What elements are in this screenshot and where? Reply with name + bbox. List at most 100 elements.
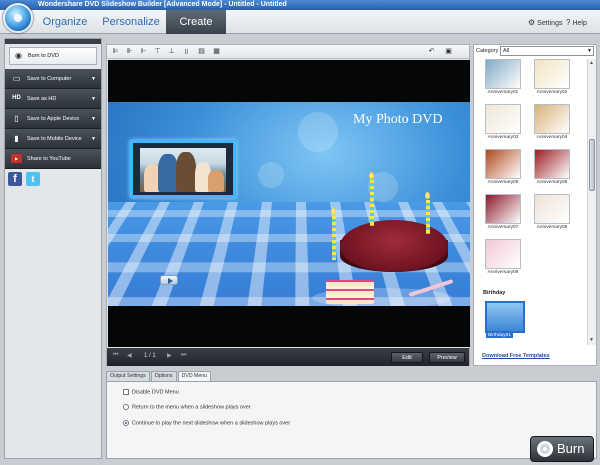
undo-icon[interactable]: ↶ [427, 47, 436, 56]
align-bottom-icon[interactable]: ⫫ [182, 47, 191, 56]
settings-link[interactable]: ⚙ Settings [528, 18, 562, 27]
gear-icon: ⚙ [528, 18, 535, 27]
share-to-youtube-item[interactable]: ▶ Share to YouTube [5, 149, 101, 169]
continue-next-radio[interactable] [123, 420, 129, 426]
last-page-icon[interactable]: ⏭ [181, 352, 186, 359]
play-button[interactable] [160, 275, 178, 285]
dvd-menu-title[interactable]: My Photo DVD [353, 112, 442, 128]
category-select[interactable]: All ▼ [500, 46, 594, 56]
template-thumbnail[interactable] [534, 104, 570, 134]
cake-top [340, 220, 448, 272]
preview-button[interactable]: Preview [429, 352, 465, 363]
settings-tabs: Output Settings Options DVD Menu [106, 371, 212, 381]
template-thumbnail[interactable] [485, 194, 521, 224]
twitter-icon[interactable]: t [26, 172, 40, 186]
continue-next-option[interactable]: Continue to play the next slideshow when… [123, 420, 290, 426]
chevron-down-icon: ▼ [91, 109, 96, 129]
template-thumbnail[interactable] [485, 59, 521, 89]
window-title-bar: Wondershare DVD Slideshow Builder [Advan… [0, 0, 600, 10]
same-size-icon[interactable]: ▦ [212, 47, 221, 56]
template-thumbnail[interactable] [534, 194, 570, 224]
template-thumbnail-selected[interactable] [485, 301, 525, 333]
tab-dvd-menu[interactable]: DVD Menu [178, 371, 211, 381]
template-thumbnail[interactable] [485, 104, 521, 134]
preview-screen: My Photo DVD [108, 60, 470, 347]
facebook-icon[interactable]: f [8, 172, 22, 186]
social-links: ft [8, 172, 40, 186]
template-label: Anniversary05 [480, 180, 526, 185]
tab-create[interactable]: Create [166, 10, 226, 34]
template-scrollbar[interactable]: ▲ ▼ [587, 59, 596, 345]
bokeh-light [298, 112, 338, 152]
align-right-icon[interactable]: ⊩ [139, 47, 148, 56]
next-page-icon[interactable]: ▶ [167, 352, 172, 359]
align-top-icon[interactable]: ⊤ [153, 47, 162, 56]
save-to-apple-device-label: Save to Apple Device [27, 116, 79, 122]
save-to-mobile-device-item[interactable]: ▮ Save to Mobile Device ▼ [5, 129, 101, 149]
photo-figure [158, 154, 178, 192]
template-label: Anniversary07 [480, 225, 526, 230]
save-to-computer-item[interactable]: ▭ Save to Computer ▼ [5, 69, 101, 89]
tab-options[interactable]: Options [151, 371, 177, 381]
tab-output-settings[interactable]: Output Settings [106, 371, 150, 381]
scroll-up-icon[interactable]: ▲ [589, 60, 594, 66]
window-title: Wondershare DVD Slideshow Builder [Advan… [38, 1, 287, 8]
photo-figure [208, 170, 224, 192]
template-thumbnail[interactable] [534, 59, 570, 89]
selected-template-label: Birthday01 [486, 333, 513, 338]
category-label: Category [476, 48, 498, 54]
chevron-down-icon: ▼ [587, 47, 592, 55]
template-label: Anniversary03 [480, 135, 526, 140]
chevron-down-icon: ▼ [91, 69, 96, 89]
burn-disc-icon [537, 441, 553, 457]
scroll-down-icon[interactable]: ▼ [589, 337, 594, 343]
save-as-hd-item[interactable]: HD Save as HD ▼ [5, 89, 101, 109]
mobile-icon: ▮ [11, 134, 22, 143]
burn-to-dvd-item[interactable]: ◉ Burn to DVD [9, 47, 97, 65]
burn-label: Burn [557, 441, 584, 456]
align-middle-icon[interactable]: ⊥ [167, 47, 176, 56]
return-to-menu-option[interactable]: Return to the menu when a slideshow play… [123, 404, 251, 410]
chevron-down-icon: ▼ [91, 89, 96, 109]
photo-figure [176, 152, 196, 192]
template-thumbnail[interactable] [485, 149, 521, 179]
scrollbar-thumb[interactable] [589, 139, 595, 191]
same-width-icon[interactable]: ▤ [197, 47, 206, 56]
disable-menu-label: Disable DVD Menu [132, 389, 179, 395]
photo-thumbnail-frame[interactable] [130, 140, 236, 198]
template-label: Anniversary01 [480, 90, 526, 95]
template-thumbnail[interactable] [485, 239, 521, 269]
download-templates-link[interactable]: Download Free Templates [482, 353, 550, 359]
birthday-group-title: Birthday [483, 290, 505, 296]
output-options-panel: ◉ Burn to DVD ▭ Save to Computer ▼ HD Sa… [4, 38, 102, 459]
save-as-hd-label: Save as HD [27, 96, 56, 102]
return-to-menu-radio[interactable] [123, 404, 129, 410]
share-to-youtube-label: Share to YouTube [27, 156, 71, 162]
cake-slice [326, 280, 374, 304]
tab-organize[interactable]: Organize [34, 10, 96, 34]
first-page-icon[interactable]: ⏮ [113, 352, 118, 359]
monitor-icon: ▭ [11, 74, 22, 83]
previous-page-icon[interactable]: ◀ [127, 352, 132, 359]
disable-menu-checkbox[interactable] [123, 389, 129, 395]
settings-label: Settings [537, 20, 562, 27]
save-icon[interactable]: ▣ [444, 47, 453, 56]
burn-button[interactable]: Burn [530, 436, 594, 462]
align-left-icon[interactable]: ⊫ [111, 47, 120, 56]
page-indicator: 1 / 1 [144, 353, 156, 359]
candle-flame [331, 208, 336, 215]
template-label: Anniversary09 [480, 270, 526, 275]
help-link[interactable]: ? Help [566, 18, 587, 27]
hd-icon: HD [11, 94, 22, 103]
save-to-apple-device-item[interactable]: ▯ Save to Apple Device ▼ [5, 109, 101, 129]
template-thumbnail[interactable] [534, 149, 570, 179]
template-grid: Anniversary01 Anniversary02 Anniversary0… [474, 59, 587, 345]
app-logo-icon[interactable] [3, 3, 33, 33]
save-to-computer-label: Save to Computer [27, 76, 71, 82]
template-label: Anniversary04 [529, 135, 575, 140]
panel-header-strip [5, 39, 101, 44]
disable-menu-option[interactable]: Disable DVD Menu [123, 389, 179, 395]
tab-personalize[interactable]: Personalize [98, 10, 164, 34]
align-center-icon[interactable]: ⊪ [125, 47, 134, 56]
edit-button[interactable]: Edit [391, 352, 423, 363]
